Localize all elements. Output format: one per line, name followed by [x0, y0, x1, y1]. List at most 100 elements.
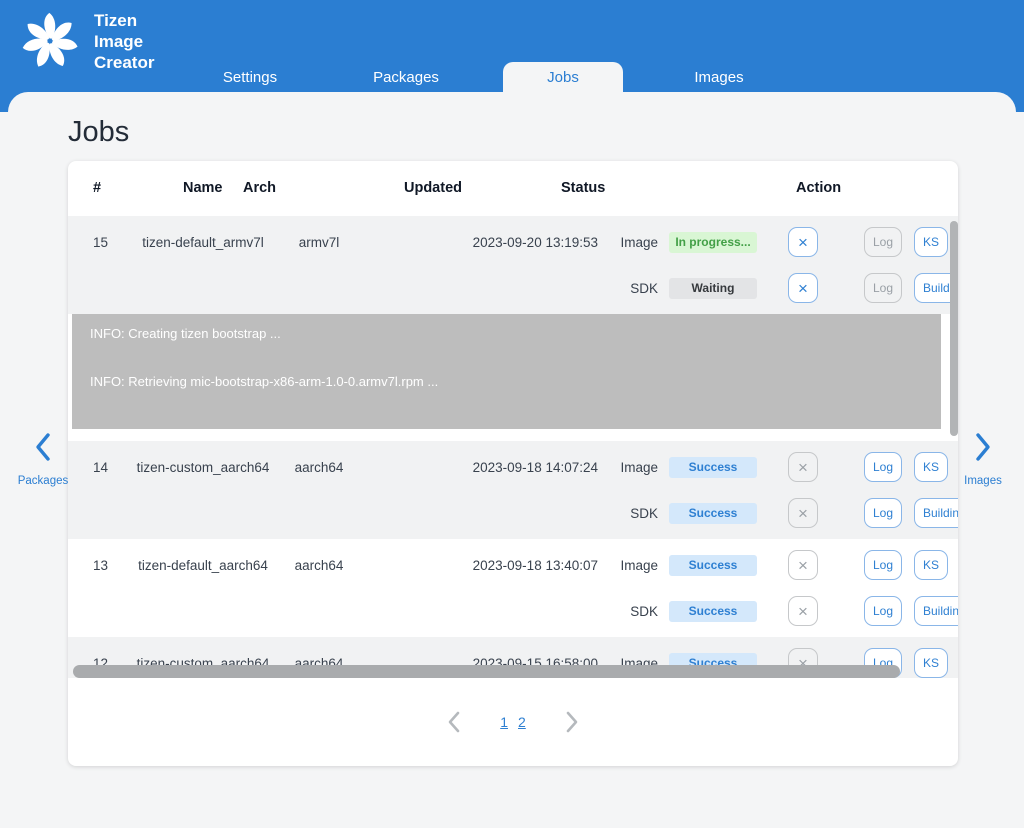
page-link-1[interactable]: 1 [500, 714, 508, 730]
log-cell: Log [852, 227, 914, 257]
extra-cell: Building [914, 596, 958, 626]
status-badge-cell: In progress... [658, 232, 768, 253]
tab-jobs[interactable]: Jobs [503, 62, 623, 92]
close-icon: × [798, 234, 808, 251]
status-badge: In progress... [669, 232, 757, 253]
stage-label: SDK [598, 604, 658, 619]
cancel-button[interactable]: × [788, 227, 818, 257]
job-updated: 2023-09-20 13:19:53 [368, 235, 598, 250]
ks-button[interactable]: KS [914, 227, 948, 257]
ks-button[interactable]: KS [914, 648, 948, 678]
log-cell: Log [852, 596, 914, 626]
status-badge: Success [669, 601, 757, 622]
cancel-button[interactable]: × [788, 498, 818, 528]
extra-cell: KS [914, 452, 958, 482]
extra-cell: Building [914, 498, 958, 528]
side-nav-images-label: Images [956, 475, 1010, 487]
tab-packages[interactable]: Packages [346, 62, 466, 92]
log-cell: Log [852, 550, 914, 580]
chevron-right-icon [972, 432, 994, 462]
job-number: 14 [68, 460, 136, 475]
ks-button[interactable]: KS [914, 550, 948, 580]
log-cell: Log [852, 273, 914, 303]
cancel-button[interactable]: × [788, 452, 818, 482]
side-nav-images[interactable]: Images [956, 432, 1010, 487]
cancel-button[interactable]: × [788, 550, 818, 580]
tab-settings[interactable]: Settings [190, 62, 310, 92]
page-link-2[interactable]: 2 [518, 714, 526, 730]
status-badge-cell: Success [658, 503, 768, 524]
status-badge: Success [669, 457, 757, 478]
close-icon: × [798, 557, 808, 574]
close-icon: × [798, 505, 808, 522]
log-line: INFO: Creating tizen bootstrap ... [90, 326, 923, 341]
column-header-arch: Arch [243, 161, 276, 216]
content-area: Jobs # Name Arch Updated Status Action 1… [8, 92, 1016, 828]
log-button[interactable]: Log [864, 550, 902, 580]
next-page-button[interactable] [562, 710, 582, 734]
chevron-right-icon [562, 710, 582, 734]
column-header-name: Name [183, 161, 223, 216]
building-button[interactable]: Building [914, 498, 958, 528]
column-header-status: Status [561, 161, 605, 216]
job-name: tizen-custom_aarch64 [136, 458, 270, 477]
page-title: Jobs [68, 116, 1016, 149]
job-number: 13 [68, 558, 136, 573]
app-window: Tizen Image Creator Settings Packages Jo… [0, 0, 1024, 828]
job-arch: aarch64 [270, 460, 368, 475]
job-stage-line: 14tizen-custom_aarch64aarch642023-09-18 … [68, 444, 958, 490]
cancel-button[interactable]: × [788, 273, 818, 303]
jobs-rows: 15tizen-default_armv7larmv7l2023-09-20 1… [68, 216, 958, 678]
horizontal-scrollbar-thumb[interactable] [73, 665, 900, 678]
job-stage-line: SDK Success × Log Building [68, 588, 958, 634]
cancel-cell: × [768, 596, 838, 626]
app-title-line: Tizen [94, 10, 154, 31]
status-badge-cell: Success [658, 555, 768, 576]
stage-label: Image [598, 460, 658, 475]
log-button[interactable]: Log [864, 498, 902, 528]
status-badge-cell: Success [658, 601, 768, 622]
job-updated: 2023-09-18 13:40:07 [368, 558, 598, 573]
cancel-button[interactable]: × [788, 596, 818, 626]
stage-label: SDK [598, 506, 658, 521]
jobs-table-scroll: 15tizen-default_armv7larmv7l2023-09-20 1… [68, 216, 958, 678]
build-log-panel: INFO: Creating tizen bootstrap ...INFO: … [72, 314, 941, 429]
log-slot: INFO: Creating tizen bootstrap ...INFO: … [68, 314, 958, 441]
ks-button[interactable]: KS [914, 452, 948, 482]
job-name: tizen-default_armv7l [136, 233, 270, 252]
main-tabs: Settings Packages Jobs Images [0, 62, 1024, 92]
table-row: 13tizen-default_aarch64aarch642023-09-18… [68, 539, 958, 637]
log-button[interactable]: Log [864, 227, 902, 257]
stage-label: Image [598, 235, 658, 250]
status-badge-cell: Success [658, 457, 768, 478]
building-button[interactable]: Building [914, 596, 958, 626]
vertical-scrollbar-thumb[interactable] [950, 221, 958, 436]
page-links: 12 [500, 714, 526, 730]
prev-page-button[interactable] [444, 710, 464, 734]
job-updated: 2023-09-18 14:07:24 [368, 460, 598, 475]
stage-label: SDK [598, 281, 658, 296]
status-badge-cell: Waiting [658, 278, 768, 299]
job-stage-line: SDKWaiting×LogBuilding [68, 265, 958, 311]
cancel-cell: × [768, 498, 838, 528]
side-nav-packages[interactable]: Packages [16, 432, 70, 487]
log-button[interactable]: Log [864, 452, 902, 482]
job-number: 15 [68, 235, 136, 250]
log-button[interactable]: Log [864, 273, 902, 303]
column-header-number: # [93, 161, 101, 216]
table-row: 14tizen-custom_aarch64aarch642023-09-18 … [68, 441, 958, 539]
close-icon: × [798, 280, 808, 297]
cancel-cell: × [768, 227, 838, 257]
cancel-cell: × [768, 550, 838, 580]
cancel-cell: × [768, 452, 838, 482]
tab-images[interactable]: Images [659, 62, 779, 92]
job-stage-line: 15tizen-default_armv7larmv7l2023-09-20 1… [68, 219, 958, 265]
table-row: 15tizen-default_armv7larmv7l2023-09-20 1… [68, 216, 958, 314]
status-badge: Success [669, 503, 757, 524]
close-icon: × [798, 459, 808, 476]
log-button[interactable]: Log [864, 596, 902, 626]
job-arch: aarch64 [270, 558, 368, 573]
job-stage-line: SDK Success × Log Building [68, 490, 958, 536]
chevron-left-icon [32, 432, 54, 462]
column-header-action: Action [796, 161, 841, 216]
